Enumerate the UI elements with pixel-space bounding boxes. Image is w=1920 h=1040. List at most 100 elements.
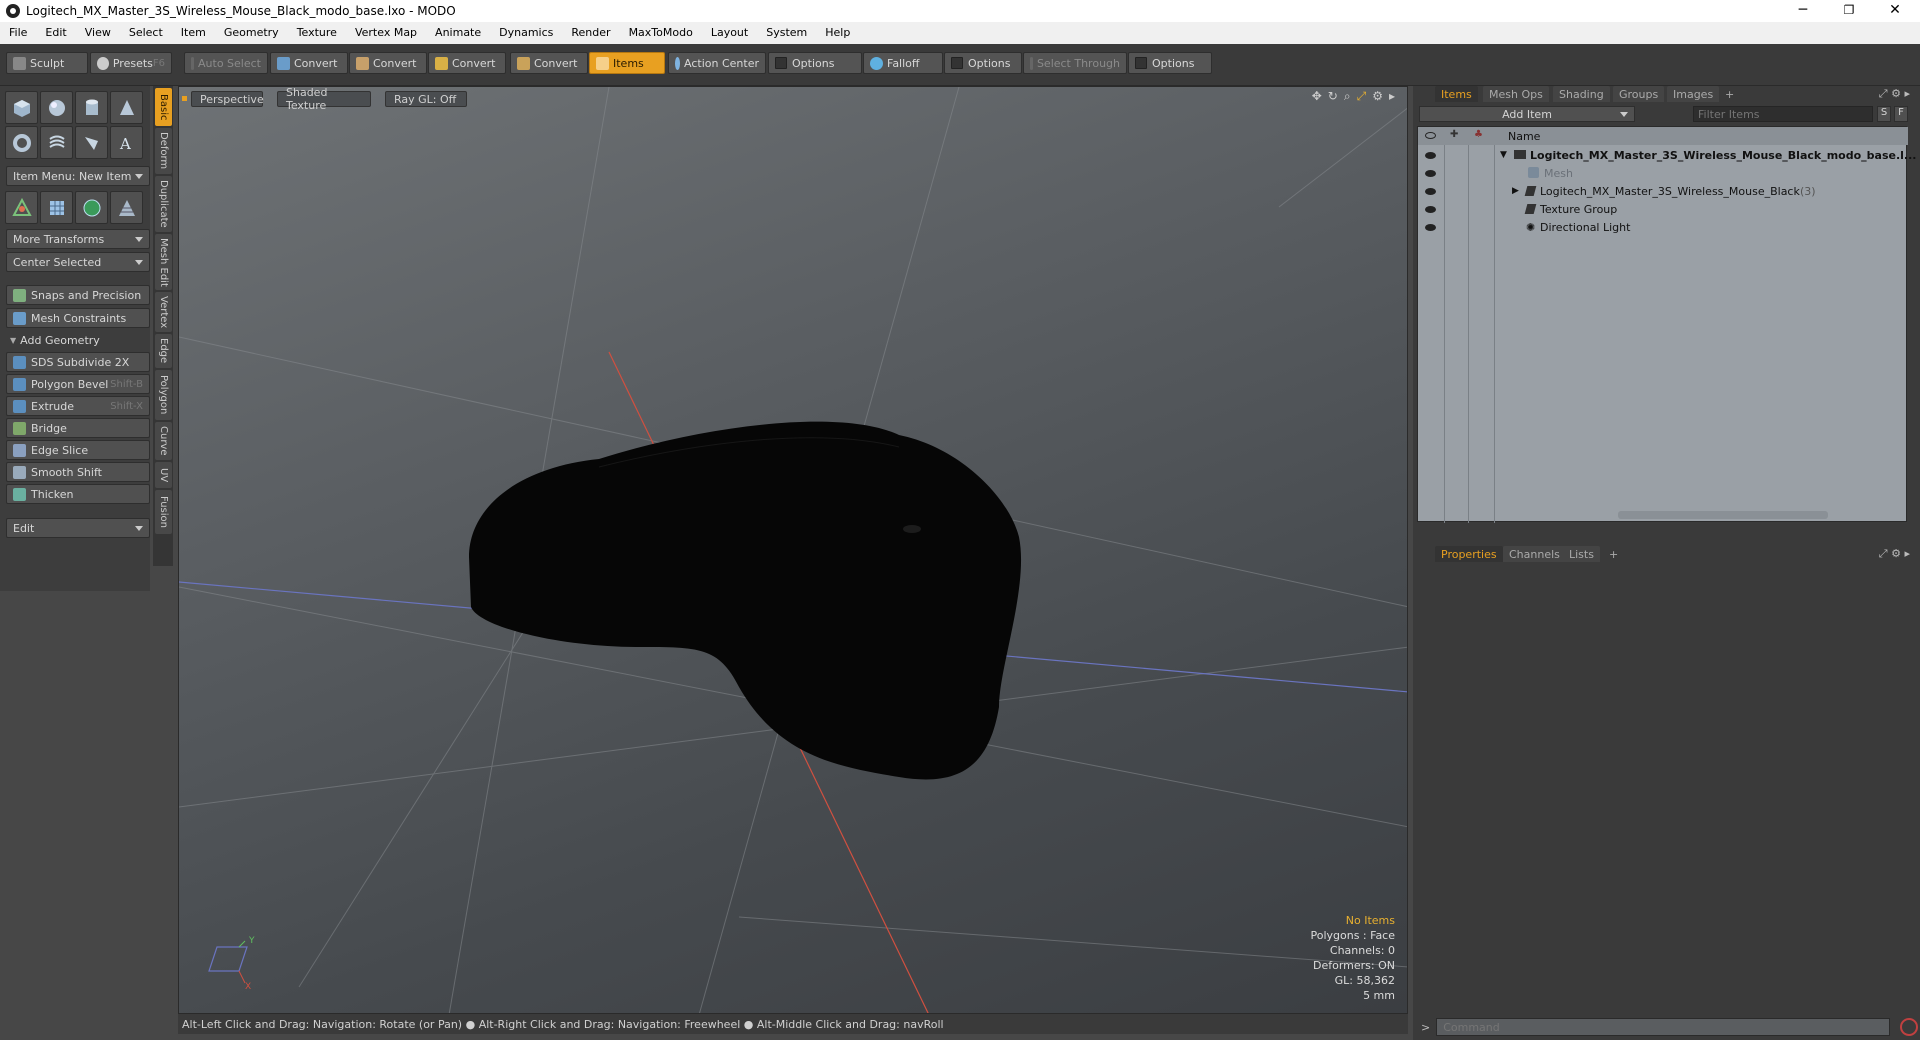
menu-geometry[interactable]: Geometry (215, 22, 288, 44)
add-geometry-section[interactable]: ▼ Add Geometry (6, 331, 150, 349)
shading-dropdown[interactable]: Shaded Texture (277, 87, 371, 112)
bridge-button[interactable]: Bridge (6, 418, 150, 438)
gear-icon[interactable]: ⚙ (1891, 87, 1901, 100)
cone-primitive-button[interactable] (110, 91, 143, 124)
list-item[interactable]: ✺ Directional Light (1418, 218, 1908, 236)
presets-button[interactable]: Presets F6 (90, 52, 172, 74)
list-item[interactable]: Texture Group (1418, 200, 1908, 218)
zoom-icon[interactable]: ⌕ (1344, 89, 1351, 104)
menu-layout[interactable]: Layout (702, 22, 757, 44)
sphere-primitive-button[interactable] (40, 91, 73, 124)
tab-mesh-ops[interactable]: Mesh Ops (1483, 86, 1549, 102)
world-button[interactable] (75, 191, 108, 224)
center-selected-dropdown[interactable]: Center Selected (6, 252, 150, 272)
polygon-bevel-button[interactable]: Polygon Bevel Shift-B (6, 374, 150, 394)
menu-vertex-map[interactable]: Vertex Map (346, 22, 426, 44)
eye-icon[interactable] (1425, 152, 1436, 159)
vtab-polygon[interactable]: Polygon (155, 370, 172, 420)
mesh-constraints-button[interactable]: Mesh Constraints (6, 308, 150, 328)
text-tool-button[interactable]: A (110, 126, 143, 159)
auto-select-button[interactable]: Auto Select (184, 52, 268, 74)
edge-slice-button[interactable]: Edge Slice (6, 440, 150, 460)
capsule-primitive-button[interactable] (40, 126, 73, 159)
vtab-mesh-edit[interactable]: Mesh Edit (155, 234, 172, 290)
raygl-dropdown[interactable]: Ray GL: Off (385, 91, 467, 107)
perspective-dropdown[interactable]: Perspective (191, 91, 264, 107)
cylinder-primitive-button[interactable] (75, 91, 108, 124)
tab-lists[interactable]: Lists (1563, 546, 1600, 562)
vtab-vertex[interactable]: Vertex (155, 292, 172, 332)
tab-channels[interactable]: Channels (1503, 546, 1566, 562)
expand-arrow-icon[interactable]: ▸ (1389, 89, 1395, 104)
list-item[interactable]: ▶ Logitech_MX_Master_3S_Wireless_Mouse_B… (1418, 182, 1908, 200)
sds-subdivide-button[interactable]: SDS Subdivide 2X (6, 352, 150, 372)
pen-tool-button[interactable] (75, 126, 108, 159)
options-checkbox-2[interactable] (951, 57, 963, 69)
torus-primitive-button[interactable] (5, 126, 38, 159)
tab-groups[interactable]: Groups (1613, 86, 1665, 102)
options-button-1[interactable]: Options (768, 52, 862, 74)
smooth-shift-button[interactable]: Smooth Shift (6, 462, 150, 482)
maximize-panel-icon[interactable]: ⤢ (1879, 547, 1888, 560)
menu-maxtomodo[interactable]: MaxToModo (620, 22, 702, 44)
eye-icon[interactable] (1425, 206, 1436, 213)
menu-render[interactable]: Render (562, 22, 619, 44)
eye-icon[interactable] (1425, 188, 1436, 195)
options-checkbox-1[interactable] (775, 57, 787, 69)
horizontal-scrollbar[interactable] (1618, 511, 1828, 519)
items-mode-button[interactable]: Items (589, 52, 665, 74)
eye-icon[interactable] (1425, 170, 1436, 177)
expand-arrow-icon[interactable]: ▸ (1904, 547, 1910, 560)
array-button[interactable] (110, 191, 143, 224)
search-mode-button[interactable]: S (1877, 106, 1891, 122)
menu-view[interactable]: View (76, 22, 120, 44)
menu-system[interactable]: System (757, 22, 816, 44)
menu-texture[interactable]: Texture (288, 22, 346, 44)
eye-icon[interactable] (1425, 224, 1436, 231)
edit-dropdown[interactable]: Edit (6, 518, 150, 538)
item-menu-dropdown[interactable]: Item Menu: New Item (6, 166, 150, 186)
cube-primitive-button[interactable] (5, 91, 38, 124)
convert-vertex-button[interactable]: Convert (270, 52, 348, 74)
list-item[interactable]: Mesh (1418, 164, 1908, 182)
options-checkbox-3[interactable] (1135, 57, 1147, 69)
vtab-deform[interactable]: Deform (155, 128, 172, 174)
transform-button[interactable] (5, 191, 38, 224)
close-button[interactable]: ✕ (1872, 0, 1918, 22)
convert-edge-button[interactable]: Convert (349, 52, 427, 74)
select-through-button[interactable]: Select Through (1023, 52, 1127, 74)
record-macro-icon[interactable] (1900, 1018, 1919, 1036)
viewport-menu-dot[interactable] (182, 96, 187, 101)
options-button-3[interactable]: Options (1128, 52, 1212, 74)
rotate-icon[interactable]: ↻ (1328, 89, 1338, 104)
expand-arrow-icon[interactable]: ▸ (1904, 87, 1910, 100)
collapse-arrow-icon[interactable]: ▼ (1500, 150, 1507, 160)
minimize-button[interactable]: ─ (1780, 0, 1826, 22)
expand-arrow-icon[interactable]: ▶ (1512, 186, 1519, 196)
tab-properties[interactable]: Properties (1435, 546, 1503, 562)
menu-animate[interactable]: Animate (426, 22, 490, 44)
options-button-2[interactable]: Options (944, 52, 1022, 74)
list-item[interactable]: ▼ Logitech_MX_Master_3S_Wireless_Mouse_B… (1418, 146, 1916, 164)
maximize-button[interactable]: ❐ (1826, 0, 1872, 22)
command-input[interactable] (1436, 1018, 1891, 1036)
pan-icon[interactable]: ✥ (1312, 89, 1322, 104)
menu-item[interactable]: Item (172, 22, 215, 44)
action-center-button[interactable]: Action Center (668, 52, 766, 74)
menu-dynamics[interactable]: Dynamics (490, 22, 562, 44)
vtab-duplicate[interactable]: Duplicate (155, 176, 172, 232)
vtab-edge[interactable]: Edge (155, 334, 172, 368)
menu-help[interactable]: Help (816, 22, 859, 44)
add-item-dropdown[interactable]: Add Item (1419, 106, 1635, 122)
mouse-model[interactable] (469, 421, 1022, 780)
gear-icon[interactable]: ⚙ (1372, 89, 1383, 104)
menu-file[interactable]: File (0, 22, 36, 44)
3d-viewport[interactable]: Y X Perspective Shaded Texture Ray GL: O… (178, 86, 1408, 1014)
vtab-fusion[interactable]: Fusion (155, 490, 172, 534)
more-transforms-dropdown[interactable]: More Transforms (6, 229, 150, 249)
maximize-panel-icon[interactable]: ⤢ (1879, 87, 1888, 100)
fit-icon[interactable]: ⤢ (1357, 89, 1367, 104)
tab-images[interactable]: Images (1667, 86, 1720, 102)
sculpt-button[interactable]: Sculpt (6, 52, 88, 74)
gear-icon[interactable]: ⚙ (1891, 547, 1901, 560)
